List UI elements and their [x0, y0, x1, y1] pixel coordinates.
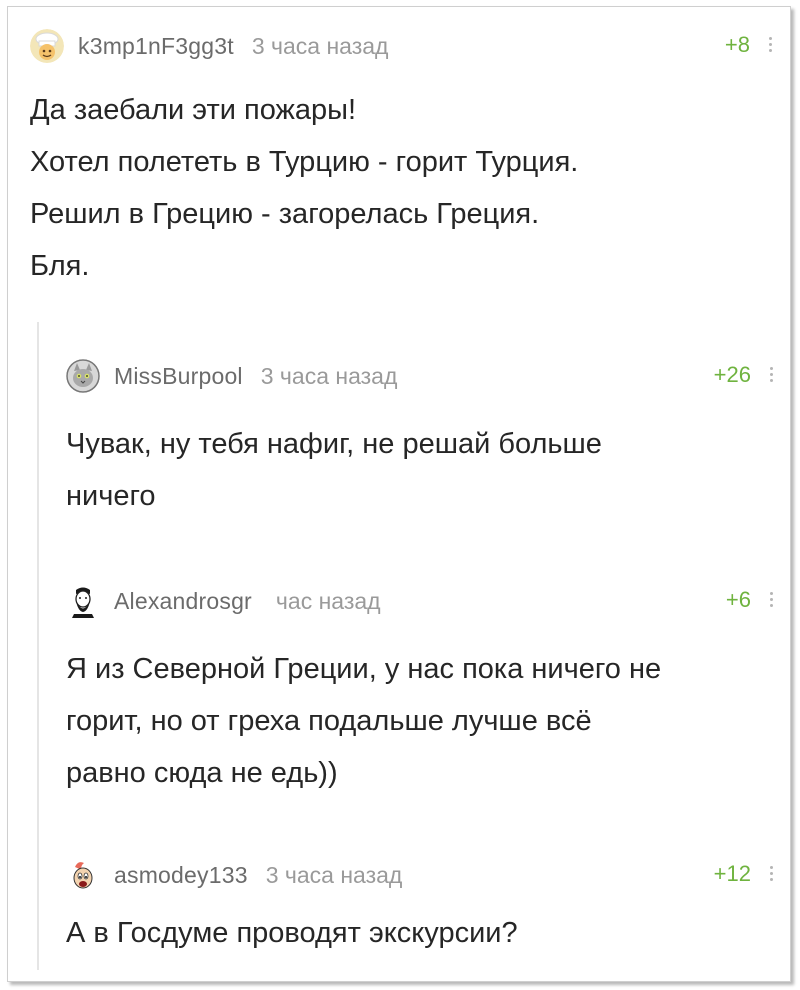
- comment-main: k3mp1nF3gg3t 3 часа назад +8 Да заебали …: [30, 28, 785, 292]
- comment-text: Чувак, ну тебя нафиг, не решай больше ни…: [66, 418, 786, 522]
- rating: +6: [725, 587, 751, 612]
- username[interactable]: asmodey133: [114, 862, 248, 889]
- bearded-man-avatar-icon[interactable]: [66, 584, 100, 618]
- rating: +12: [713, 861, 751, 886]
- comment-header: Alexandrosgr час назад +6: [66, 583, 786, 619]
- comment-reply: MissBurpool 3 часа назад +26 Чувак, ну т…: [66, 358, 786, 522]
- comment-line: горит, но от греха подальше лучше всё: [66, 705, 592, 737]
- comment-line: Бля.: [30, 250, 90, 282]
- timestamp: 3 часа назад: [260, 362, 398, 389]
- comment-line: Чувак, ну тебя нафиг, не решай больше: [66, 428, 602, 460]
- comment-header: k3mp1nF3gg3t 3 часа назад +8: [30, 28, 785, 64]
- rating: +8: [724, 32, 750, 57]
- username[interactable]: MissBurpool: [114, 363, 243, 390]
- comment-text: Да заебали эти пожары! Хотел полететь в …: [30, 84, 785, 292]
- comment-text: Я из Северной Греции, у нас пока ничего …: [66, 643, 786, 799]
- chef-avatar-icon[interactable]: [30, 29, 64, 63]
- timestamp: 3 часа назад: [251, 32, 389, 59]
- comment-line: Решил в Грецию - загорелась Греция.: [30, 198, 540, 230]
- more-options-icon[interactable]: [768, 863, 774, 887]
- cartoon-avatar-icon[interactable]: [66, 858, 100, 892]
- thread-line[interactable]: [37, 322, 39, 970]
- timestamp: час назад: [275, 587, 381, 614]
- comment-text: А в Госдуме проводят экскурсии?: [66, 907, 786, 959]
- more-options-icon[interactable]: [768, 364, 774, 388]
- username[interactable]: Alexandrosgr: [114, 588, 252, 615]
- username[interactable]: k3mp1nF3gg3t: [78, 33, 234, 60]
- comment-header: MissBurpool 3 часа назад +26: [66, 358, 786, 394]
- comment-reply: asmodey133 3 часа назад +12 А в Госдуме …: [66, 857, 786, 959]
- comment-line: А в Госдуме проводят экскурсии?: [66, 917, 518, 949]
- comment-header: asmodey133 3 часа назад +12: [66, 857, 786, 893]
- comment-reply: Alexandrosgr час назад +6 Я из Северной …: [66, 583, 786, 799]
- rating: +26: [713, 362, 751, 387]
- timestamp: 3 часа назад: [265, 861, 403, 888]
- more-options-icon[interactable]: [767, 34, 773, 58]
- comment-line: Хотел полететь в Турцию - горит Турция.: [30, 146, 579, 178]
- comment-line: Я из Северной Греции, у нас пока ничего …: [66, 653, 662, 685]
- comment-line: Да заебали эти пожары!: [30, 94, 357, 126]
- cat-avatar-icon[interactable]: [66, 359, 100, 393]
- comment-line: равно сюда не едь)): [66, 757, 338, 789]
- comment-line: ничего: [66, 480, 156, 512]
- more-options-icon[interactable]: [768, 589, 774, 613]
